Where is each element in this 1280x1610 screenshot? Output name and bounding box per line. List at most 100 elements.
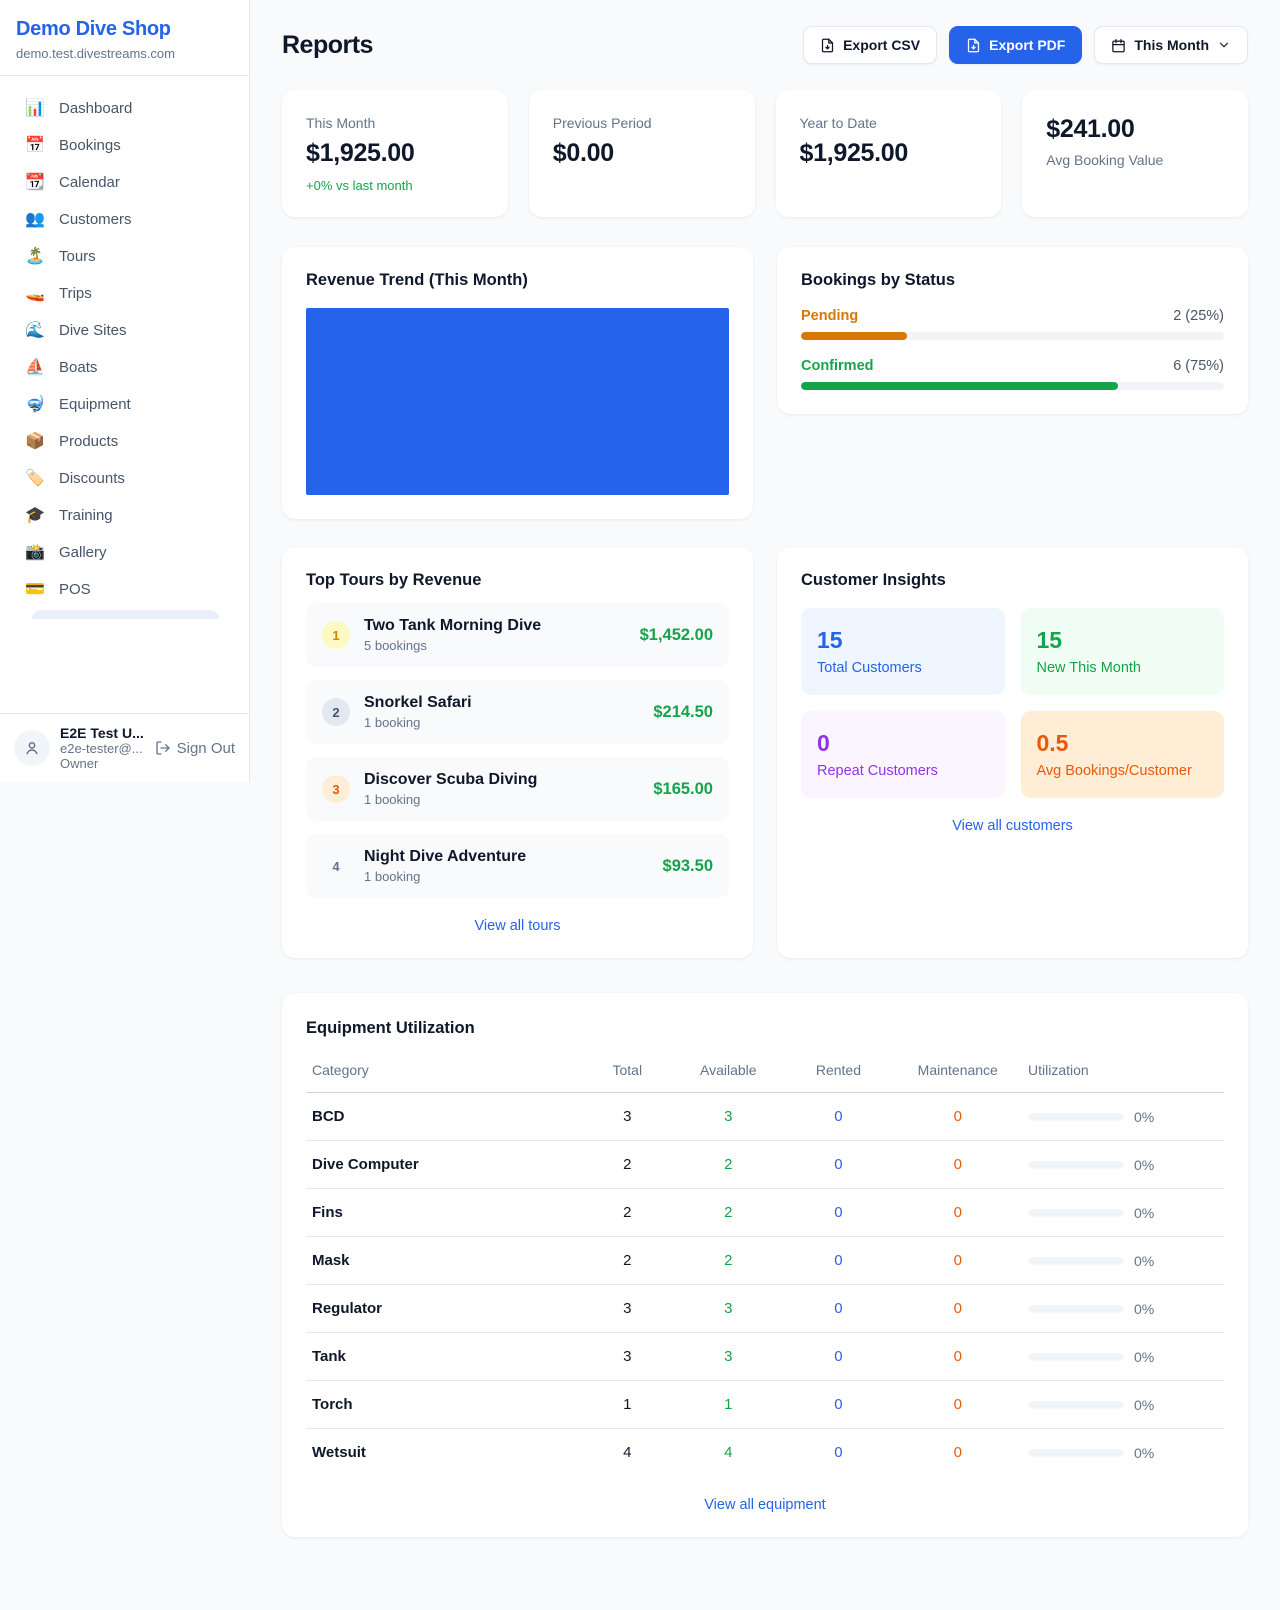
- export-pdf-button[interactable]: Export PDF: [949, 26, 1082, 64]
- progress-fill: [801, 332, 907, 340]
- table-row: Tank 3 3 0 0 0%: [306, 1333, 1224, 1381]
- stat-card-year-to-date: Year to Date $1,925.00: [776, 90, 1002, 217]
- sidebar-item-pos[interactable]: 💳 POS: [16, 571, 233, 608]
- cell-rented: 0: [783, 1285, 893, 1333]
- cell-maintenance: 0: [894, 1237, 1023, 1285]
- cell-maintenance: 0: [894, 1093, 1023, 1141]
- period-dropdown[interactable]: This Month: [1094, 26, 1248, 64]
- stat-value: $1,925.00: [306, 139, 484, 168]
- tour-revenue: $93.50: [663, 857, 713, 876]
- cell-category: Dive Computer: [306, 1141, 581, 1189]
- sidebar-item-gallery[interactable]: 📸 Gallery: [16, 534, 233, 571]
- gallery-camera-icon: 📸: [24, 545, 46, 561]
- sidebar-item-dashboard[interactable]: 📊 Dashboard: [16, 90, 233, 127]
- sidebar-item-reports-partial[interactable]: [32, 610, 219, 619]
- table-row: Dive Computer 2 2 0 0 0%: [306, 1141, 1224, 1189]
- cell-category: Mask: [306, 1237, 581, 1285]
- table-header-row: Category Total Available Rented Maintena…: [306, 1052, 1224, 1093]
- cell-maintenance: 0: [894, 1285, 1023, 1333]
- utilization-percent: 0%: [1134, 1349, 1154, 1365]
- top-tours-card: Top Tours by Revenue 1 Two Tank Morning …: [282, 547, 753, 958]
- tile-label: Repeat Customers: [817, 763, 989, 779]
- column-header-maintenance: Maintenance: [894, 1052, 1023, 1093]
- sidebar-item-equipment[interactable]: 🤿 Equipment: [16, 386, 233, 423]
- tour-revenue: $1,452.00: [640, 626, 713, 645]
- customer-insights-card: Customer Insights 15 Total Customers 15 …: [777, 547, 1248, 958]
- sidebar-item-tours[interactable]: 🏝️ Tours: [16, 238, 233, 275]
- top-tours-title: Top Tours by Revenue: [306, 571, 729, 590]
- sidebar-item-label: Dashboard: [59, 100, 132, 117]
- sidebar-item-calendar[interactable]: 📆 Calendar: [16, 164, 233, 201]
- utilization-bar: [1028, 1353, 1124, 1361]
- user-meta: E2E Test U... e2e-tester@... Owner: [60, 725, 145, 771]
- table-row: Fins 2 2 0 0 0%: [306, 1189, 1224, 1237]
- sidebar-item-discounts[interactable]: 🏷️ Discounts: [16, 460, 233, 497]
- progress-fill: [801, 382, 1118, 390]
- view-all-customers-link[interactable]: View all customers: [801, 818, 1224, 834]
- sidebar-item-label: Tours: [59, 248, 96, 265]
- tile-label: New This Month: [1037, 660, 1209, 676]
- products-box-icon: 📦: [24, 434, 46, 450]
- stat-label: Year to Date: [800, 115, 978, 131]
- sidebar-item-label: Trips: [59, 285, 92, 302]
- rank-badge: 1: [322, 621, 350, 649]
- cell-rented: 0: [783, 1429, 893, 1477]
- sidebar-item-boats[interactable]: ⛵ Boats: [16, 349, 233, 386]
- view-all-equipment-link[interactable]: View all equipment: [306, 1497, 1224, 1513]
- progress-track: [801, 382, 1224, 390]
- export-csv-button[interactable]: Export CSV: [803, 26, 937, 64]
- sidebar-item-label: Bookings: [59, 137, 121, 154]
- utilization-bar: [1028, 1161, 1124, 1169]
- page-title: Reports: [282, 31, 373, 60]
- header-actions: Export CSV Export PDF This Month: [803, 26, 1248, 64]
- column-header-utilization: Utilization: [1022, 1052, 1224, 1093]
- utilization-percent: 0%: [1134, 1157, 1154, 1173]
- sidebar-item-training[interactable]: 🎓 Training: [16, 497, 233, 534]
- sign-out-button[interactable]: Sign Out: [155, 740, 235, 757]
- boats-sailboat-icon: ⛵: [24, 360, 46, 376]
- tour-bookings: 1 booking: [364, 869, 649, 884]
- view-all-tours-link[interactable]: View all tours: [306, 918, 729, 934]
- utilization-bar: [1028, 1401, 1124, 1409]
- equipment-table: Category Total Available Rented Maintena…: [306, 1052, 1224, 1477]
- export-csv-label: Export CSV: [843, 37, 920, 53]
- sidebar-item-dive-sites[interactable]: 🌊 Dive Sites: [16, 312, 233, 349]
- stat-card-previous-period: Previous Period $0.00: [529, 90, 755, 217]
- tile-repeat-customers: 0 Repeat Customers: [801, 711, 1005, 798]
- tour-name: Two Tank Morning Dive: [364, 617, 626, 635]
- stat-label: Previous Period: [553, 115, 731, 131]
- tour-revenue: $165.00: [653, 780, 713, 799]
- equipment-utilization-card: Equipment Utilization Category Total Ava…: [282, 993, 1248, 1537]
- table-row: Mask 2 2 0 0 0%: [306, 1237, 1224, 1285]
- cell-available: 3: [673, 1285, 783, 1333]
- cell-category: Regulator: [306, 1285, 581, 1333]
- sidebar-item-trips[interactable]: 🚤 Trips: [16, 275, 233, 312]
- cell-maintenance: 0: [894, 1381, 1023, 1429]
- cell-category: Fins: [306, 1189, 581, 1237]
- stat-card-avg-booking-value: $241.00 Avg Booking Value: [1022, 90, 1248, 217]
- status-row-confirmed: Confirmed 6 (75%): [801, 358, 1224, 390]
- charts-row: Revenue Trend (This Month) Bookings by S…: [282, 247, 1248, 519]
- utilization-percent: 0%: [1134, 1109, 1154, 1125]
- stat-value: $241.00: [1046, 115, 1224, 144]
- cell-rented: 0: [783, 1333, 893, 1381]
- table-row: BCD 3 3 0 0 0%: [306, 1093, 1224, 1141]
- status-count: 6 (75%): [1173, 358, 1224, 374]
- cell-available: 3: [673, 1333, 783, 1381]
- tile-value: 15: [817, 627, 989, 654]
- sidebar-item-bookings[interactable]: 📅 Bookings: [16, 127, 233, 164]
- utilization-bar: [1028, 1305, 1124, 1313]
- shop-name: Demo Dive Shop: [16, 18, 233, 41]
- sidebar-item-customers[interactable]: 👥 Customers: [16, 201, 233, 238]
- tour-bookings: 5 bookings: [364, 638, 626, 653]
- cell-category: Wetsuit: [306, 1429, 581, 1477]
- stat-value: $1,925.00: [800, 139, 978, 168]
- cell-rented: 0: [783, 1381, 893, 1429]
- file-download-icon: [966, 38, 981, 53]
- stat-label: Avg Booking Value: [1046, 152, 1224, 168]
- equipment-utilization-title: Equipment Utilization: [306, 1019, 1224, 1038]
- status-label: Pending: [801, 308, 858, 324]
- cell-total: 2: [581, 1237, 673, 1285]
- sidebar-item-products[interactable]: 📦 Products: [16, 423, 233, 460]
- cell-available: 1: [673, 1381, 783, 1429]
